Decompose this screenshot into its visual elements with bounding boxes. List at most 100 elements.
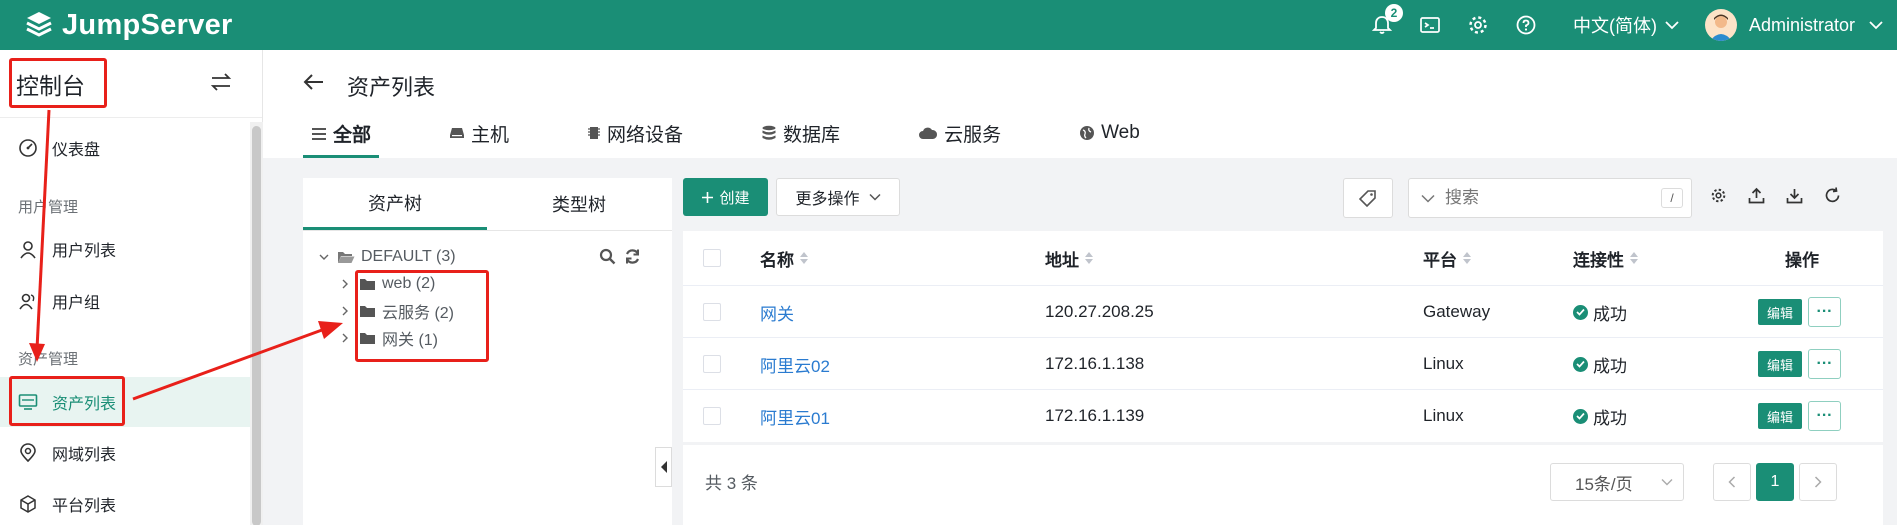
switch-view-icon[interactable] <box>210 72 232 92</box>
back-arrow-icon[interactable] <box>303 73 325 91</box>
language-selector[interactable]: 中文(简体) <box>1573 12 1679 38</box>
column-header-label: 名称 <box>760 250 794 270</box>
chevron-down-icon[interactable] <box>319 253 337 261</box>
tab-web[interactable]: Web <box>1071 112 1148 154</box>
cloud-icon <box>918 126 938 140</box>
tab-host[interactable]: 主机 <box>441 112 517 154</box>
asset-address: 172.16.1.139 <box>1045 406 1145 425</box>
next-page-button[interactable] <box>1799 463 1837 501</box>
sort-icon[interactable] <box>799 251 809 265</box>
tab-label: 网络设备 <box>607 124 684 146</box>
sort-icon[interactable] <box>1629 251 1639 265</box>
tab-type-tree[interactable]: 类型树 <box>487 178 671 230</box>
user-menu[interactable]: Administrator <box>1704 9 1883 41</box>
logo[interactable]: JumpServer <box>24 9 233 42</box>
download-icon[interactable] <box>1786 187 1803 204</box>
gear-icon[interactable] <box>1710 187 1727 204</box>
column-header-label: 连接性 <box>1573 250 1624 270</box>
sidebar-item-domain-list[interactable]: 网域列表 <box>0 428 250 478</box>
column-header-name[interactable]: 名称 <box>760 231 809 285</box>
help-button[interactable] <box>1513 12 1539 38</box>
annotation-box-tree-nodes <box>355 270 489 362</box>
sidebar-scrollbar[interactable] <box>250 122 263 525</box>
row-checkbox[interactable] <box>703 355 721 373</box>
top-bar: JumpServer 2 中文(简体) Administrator <box>0 0 1897 50</box>
edit-button[interactable]: 编辑 <box>1758 299 1802 325</box>
edit-button[interactable]: 编辑 <box>1758 351 1802 377</box>
check-circle-icon <box>1573 356 1588 372</box>
select-all-checkbox[interactable] <box>703 249 721 267</box>
collapse-tree-button[interactable] <box>655 447 672 487</box>
tab-label: 主机 <box>471 124 510 146</box>
sidebar-item-label: 网域列表 <box>52 447 117 464</box>
tab-database[interactable]: 数据库 <box>753 112 848 154</box>
page-header: 资产列表 全部 主机 网络设备 数据库 云服务 Web <box>263 50 1897 158</box>
asset-platform: Linux <box>1423 406 1464 425</box>
user-group-icon <box>18 291 40 311</box>
plus-icon <box>701 191 714 204</box>
tab-label: 云服务 <box>944 124 1002 146</box>
sidebar-item-platform-list[interactable]: 平台列表 <box>0 479 250 525</box>
connectivity-label: 成功 <box>1593 304 1627 324</box>
caret-left-icon <box>660 460 668 474</box>
more-button[interactable]: ··· <box>1808 349 1841 379</box>
sidebar-item-dashboard[interactable]: 仪表盘 <box>0 123 250 173</box>
column-header-platform[interactable]: 平台 <box>1423 231 1472 285</box>
connectivity-status: 成功 <box>1573 286 1627 338</box>
asset-name-link[interactable]: 阿里云01 <box>760 390 830 442</box>
tab-cloud[interactable]: 云服务 <box>910 112 1009 154</box>
check-circle-icon <box>1573 304 1588 320</box>
sidebar-item-user-list[interactable]: 用户列表 <box>0 224 250 274</box>
table-row: 阿里云01 172.16.1.139 Linux 成功 编辑 ··· <box>683 389 1883 441</box>
search-icon[interactable] <box>599 248 616 265</box>
notification-button[interactable]: 2 <box>1369 4 1403 38</box>
check-circle-icon <box>1573 408 1588 424</box>
prev-page-button[interactable] <box>1713 463 1751 501</box>
settings-button[interactable] <box>1465 12 1491 38</box>
sidebar-item-label: 仪表盘 <box>52 142 101 159</box>
page-button-current[interactable]: 1 <box>1756 463 1794 501</box>
search-input[interactable] <box>1445 188 1645 208</box>
column-header-connectivity[interactable]: 连接性 <box>1573 231 1639 285</box>
sidebar-scrollbar-thumb[interactable] <box>252 126 261 525</box>
sort-icon[interactable] <box>1462 251 1472 265</box>
network-device-icon <box>587 125 601 141</box>
column-header-label: 平台 <box>1423 250 1457 270</box>
column-header-actions: 操作 <box>1785 250 1819 270</box>
terminal-icon <box>1419 14 1441 36</box>
refresh-icon[interactable] <box>1824 187 1841 204</box>
tree-node-root[interactable]: DEFAULT (3) <box>319 245 456 269</box>
asset-platform: Linux <box>1423 354 1464 373</box>
page-size-select[interactable]: 15条/页 <box>1550 463 1684 501</box>
search-box[interactable]: / <box>1408 178 1692 218</box>
row-checkbox[interactable] <box>703 407 721 425</box>
tab-all[interactable]: 全部 <box>303 112 380 158</box>
asset-name-link[interactable]: 网关 <box>760 286 794 338</box>
terminal-button[interactable] <box>1417 12 1443 38</box>
question-icon <box>1515 14 1537 36</box>
asset-address: 172.16.1.138 <box>1045 354 1145 373</box>
row-checkbox[interactable] <box>703 303 721 321</box>
more-actions-label: 更多操作 <box>795 191 860 208</box>
create-button[interactable]: 创建 <box>683 178 768 216</box>
upload-icon[interactable] <box>1748 187 1765 204</box>
refresh-icon[interactable] <box>624 248 641 265</box>
connectivity-label: 成功 <box>1593 408 1627 428</box>
more-button[interactable]: ··· <box>1808 401 1841 431</box>
more-actions-dropdown[interactable]: 更多操作 <box>776 178 900 216</box>
column-header-address[interactable]: 地址 <box>1045 231 1094 285</box>
tag-filter-button[interactable] <box>1343 178 1393 218</box>
user-icon <box>18 239 40 259</box>
sort-icon[interactable] <box>1084 251 1094 265</box>
more-button[interactable]: ··· <box>1808 297 1841 327</box>
tab-asset-tree[interactable]: 资产树 <box>303 178 487 230</box>
folder-open-icon <box>337 250 355 264</box>
tab-label: Web <box>1101 122 1140 143</box>
sidebar-item-user-group[interactable]: 用户组 <box>0 276 250 326</box>
tab-network-device[interactable]: 网络设备 <box>579 112 691 154</box>
edit-button[interactable]: 编辑 <box>1758 403 1802 429</box>
page-title: 资产列表 <box>347 75 436 100</box>
page-size-label: 15条/页 <box>1575 474 1633 494</box>
asset-name-link[interactable]: 阿里云02 <box>760 338 830 390</box>
chevron-down-icon[interactable] <box>1421 194 1435 203</box>
